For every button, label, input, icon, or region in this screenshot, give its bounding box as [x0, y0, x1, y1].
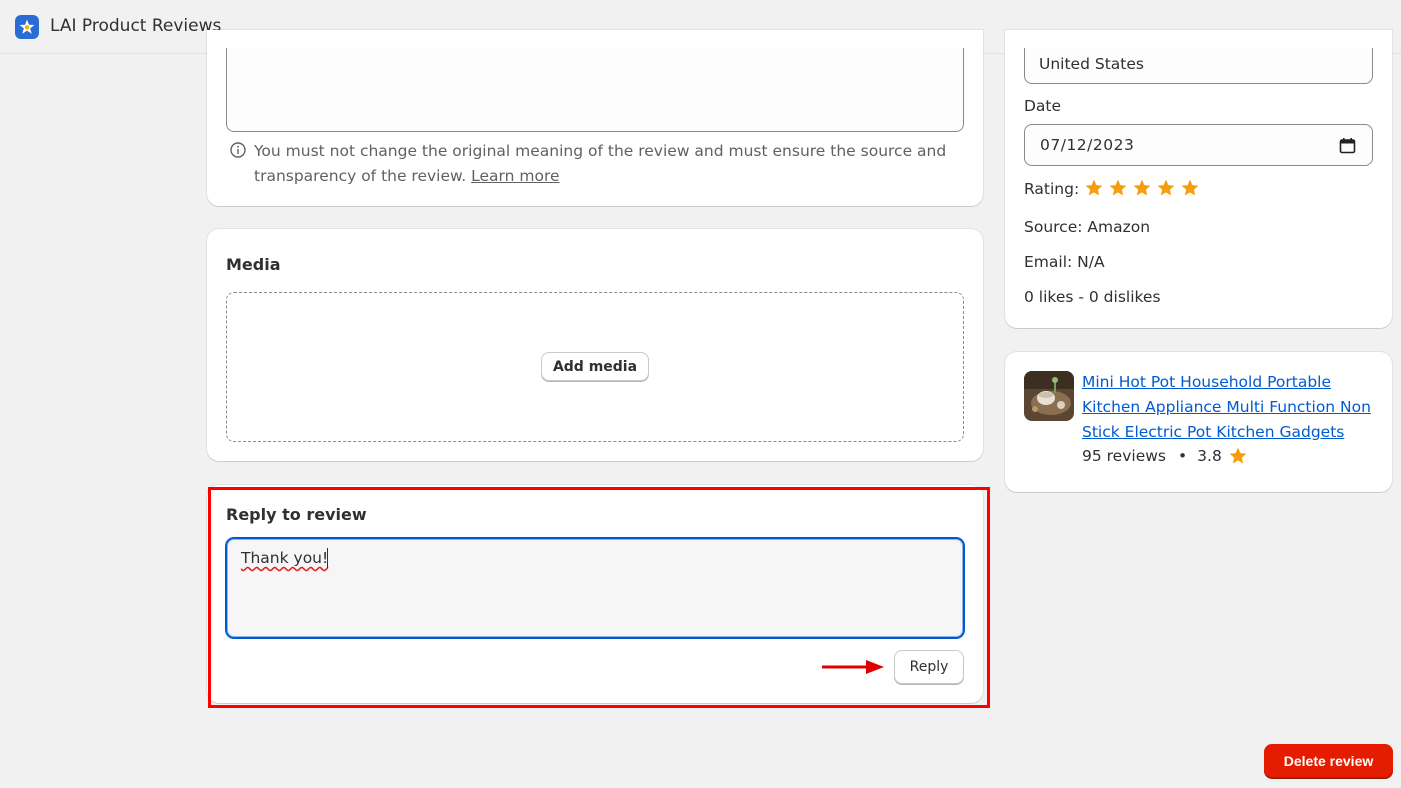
product-name-link[interactable]: Mini Hot Pot Household Portable Kitchen …	[1082, 370, 1382, 445]
star-icon	[1181, 179, 1199, 196]
average-rating: 3.8	[1197, 447, 1222, 465]
calendar-icon[interactable]	[1339, 137, 1356, 154]
arrow-right-icon	[822, 660, 884, 674]
reply-text: Thank you!	[241, 549, 329, 567]
star-icon	[1229, 447, 1247, 464]
star-icon	[1157, 179, 1175, 196]
add-media-button[interactable]: Add media	[541, 352, 649, 381]
bullet-separator: •	[1178, 447, 1188, 465]
product-meta: 95 reviews • 3.8	[1082, 446, 1248, 466]
date-label: Date	[1024, 97, 1062, 115]
date-value: 07/12/2023	[1040, 136, 1135, 154]
reply-title: Reply to review	[226, 505, 367, 524]
product-thumbnail	[1024, 371, 1074, 421]
reply-textarea[interactable]: Thank you!	[225, 537, 965, 639]
source-text: Source: Amazon	[1024, 218, 1151, 236]
star-icon	[1133, 179, 1151, 196]
rating-label: Rating:	[1024, 180, 1080, 198]
review-count: 95 reviews	[1082, 447, 1166, 465]
media-title: Media	[226, 255, 281, 274]
star-icon	[1085, 179, 1103, 196]
info-icon	[230, 142, 246, 158]
date-field[interactable]: 07/12/2023	[1024, 124, 1373, 166]
reply-button[interactable]: Reply	[894, 650, 964, 684]
country-value: United States	[1039, 55, 1144, 73]
country-field[interactable]: United States	[1024, 48, 1373, 84]
star-badge-icon	[15, 15, 39, 39]
transparency-note: You must not change the original meaning…	[254, 139, 954, 189]
note-text: You must not change the original meaning…	[254, 142, 947, 185]
app-title: LAI Product Reviews	[50, 16, 222, 36]
email-text: Email: N/A	[1024, 253, 1105, 271]
likes-text: 0 likes - 0 dislikes	[1024, 288, 1161, 306]
text-caret	[327, 548, 328, 568]
star-icon	[1109, 179, 1127, 196]
rating-stars	[1084, 178, 1200, 198]
delete-review-button[interactable]: Delete review	[1264, 744, 1393, 778]
review-body-textarea[interactable]	[226, 48, 964, 132]
learn-more-link[interactable]: Learn more	[471, 167, 559, 185]
